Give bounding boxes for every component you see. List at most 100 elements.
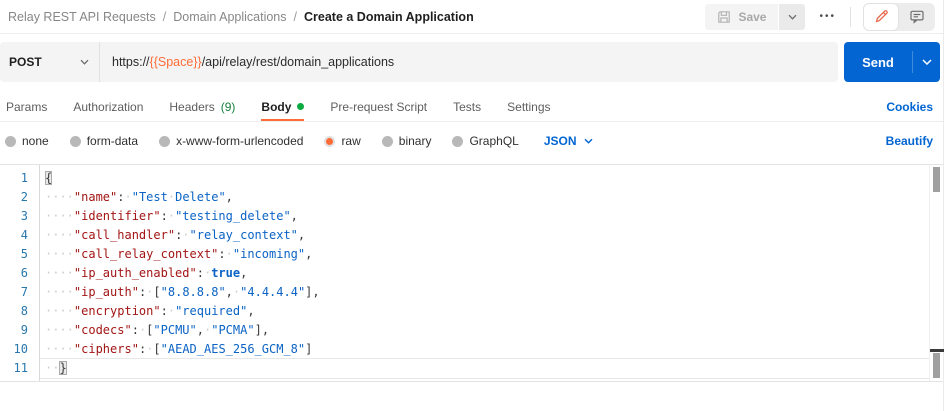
code-token-ws: · [226, 247, 233, 261]
tab-body[interactable]: Body [261, 92, 304, 121]
floppy-save-icon [717, 10, 731, 24]
breadcrumb: Relay REST API Requests / Domain Applica… [8, 10, 474, 24]
code-line[interactable]: ····"call_relay_context":·"incoming", [40, 245, 929, 264]
code-token-str: "incoming" [233, 247, 305, 261]
code-token-punct: ], [305, 285, 319, 299]
body-type-graphql[interactable]: GraphQL [452, 134, 518, 148]
code-token-hl: } [59, 361, 66, 375]
code-token-key: "name" [74, 190, 117, 204]
radio-icon [70, 136, 81, 147]
radio-icon [382, 136, 393, 147]
editor-scrollbar[interactable] [929, 165, 943, 381]
code-line[interactable]: ····"codecs":·["PCMU",·"PCMA"], [40, 321, 929, 340]
body-type-raw[interactable]: raw [324, 134, 360, 148]
breadcrumb-separator: / [294, 10, 297, 24]
method-select[interactable]: POST [0, 42, 100, 82]
save-button-label: Save [738, 10, 766, 24]
code-line[interactable]: ····"call_handler":·"relay_context", [40, 226, 929, 245]
line-number: 10 [0, 340, 39, 359]
tab-headers[interactable]: Headers (9) [169, 92, 235, 121]
tab-pre-request-script[interactable]: Pre-request Script [330, 92, 427, 121]
code-editor[interactable]: 1234567891011 {····"name":·"Test·Delete"… [0, 164, 943, 382]
code-token-ws: ···· [45, 323, 74, 337]
code-token-key: "call_relay_context" [74, 247, 219, 261]
code-token-punct: , [247, 304, 254, 318]
line-number: 5 [0, 245, 39, 264]
send-button-label: Send [862, 55, 894, 70]
side-panel-toggle-group [863, 3, 935, 31]
language-select[interactable]: JSON [544, 134, 593, 148]
code-line[interactable]: ····"name":·"Test·Delete", [40, 188, 929, 207]
url-prefix: https:// [112, 55, 150, 69]
send-button-group: Send [844, 42, 940, 82]
body-type-form-data[interactable]: form-data [70, 134, 138, 148]
request-url-row: POST https://{{Space}}/api/relay/rest/do… [0, 42, 943, 82]
radio-icon [159, 136, 170, 147]
url-input[interactable]: https://{{Space}}/api/relay/rest/domain_… [100, 55, 406, 69]
line-number: 9 [0, 321, 39, 340]
documentation-edit-button[interactable] [863, 3, 899, 31]
editor-code[interactable]: {····"name":·"Test·Delete",····"identifi… [40, 165, 929, 381]
body-type-none[interactable]: none [5, 134, 49, 148]
body-type-urlencoded[interactable]: x-www-form-urlencoded [159, 134, 303, 148]
tab-authorization[interactable]: Authorization [73, 92, 143, 121]
code-token-punct: , [305, 247, 312, 261]
tab-settings[interactable]: Settings [507, 92, 550, 121]
breadcrumb-collection[interactable]: Relay REST API Requests [8, 10, 156, 24]
code-token-punct: , [197, 323, 204, 337]
code-token-ws: ·· [45, 361, 59, 375]
send-button[interactable]: Send [844, 42, 912, 82]
code-line[interactable]: ····"ciphers":·["AEAD_AES_256_GCM_8"] [40, 340, 929, 359]
cookies-link[interactable]: Cookies [886, 100, 933, 114]
code-token-punct: [ [153, 342, 160, 356]
code-token-punct: : [161, 304, 168, 318]
save-options-button[interactable] [779, 4, 805, 30]
tab-tests[interactable]: Tests [453, 92, 481, 121]
code-token-punct: : [161, 209, 168, 223]
header-actions: Save ••• [705, 3, 935, 31]
save-button[interactable]: Save [705, 4, 778, 30]
line-number: 3 [0, 207, 39, 226]
chevron-down-icon [584, 138, 593, 144]
code-token-key: "codecs" [74, 323, 132, 337]
tab-params[interactable]: Params [6, 92, 47, 121]
request-builder-window: Relay REST API Requests / Domain Applica… [0, 0, 944, 411]
body-present-dot-icon [297, 103, 304, 110]
code-line[interactable]: { [40, 169, 929, 188]
code-line[interactable]: ····"ip_auth":·["8.8.8.8",·"4.4.4.4"], [40, 283, 929, 302]
code-token-str: "testing_delete" [175, 209, 291, 223]
code-token-ws: · [168, 209, 175, 223]
code-token-ws: · [168, 190, 175, 204]
tab-label: Tests [453, 100, 481, 114]
body-type-binary[interactable]: binary [382, 134, 432, 148]
more-actions-button[interactable]: ••• [819, 11, 836, 22]
code-token-punct: , [226, 190, 233, 204]
code-token-ws: ···· [45, 304, 74, 318]
code-token-str: "PCMU" [153, 323, 196, 337]
request-title[interactable]: Create a Domain Application [304, 10, 474, 24]
code-line[interactable]: ····"ip_auth_enabled":·true, [40, 264, 929, 283]
headers-count-badge: (9) [221, 100, 236, 114]
beautify-link[interactable]: Beautify [886, 134, 933, 148]
code-token-punct: , [291, 209, 298, 223]
chevron-down-icon [922, 59, 932, 65]
code-token-ws: ···· [45, 247, 74, 261]
send-options-button[interactable] [913, 42, 940, 82]
tab-label: Params [6, 100, 47, 114]
code-token-key: "call_handler" [74, 228, 175, 242]
url-bar: POST https://{{Space}}/api/relay/rest/do… [0, 42, 838, 82]
breadcrumb-folder[interactable]: Domain Applications [173, 10, 286, 24]
code-line[interactable]: ····"identifier":·"testing_delete", [40, 207, 929, 226]
line-number: 6 [0, 264, 39, 283]
url-path: /api/relay/rest/domain_applications [202, 55, 394, 69]
scrollbar-thumb[interactable] [933, 167, 940, 192]
code-token-str: "relay_context" [190, 228, 298, 242]
line-number: 11 [0, 359, 39, 378]
scrollbar-thumb[interactable] [933, 353, 940, 378]
code-line[interactable]: ····"encryption":·"required", [40, 302, 929, 321]
code-line[interactable]: ··} [40, 359, 929, 378]
tab-label: Headers [169, 100, 214, 114]
comment-icon [909, 9, 925, 24]
chevron-down-icon [788, 14, 797, 20]
comments-button[interactable] [899, 3, 935, 31]
